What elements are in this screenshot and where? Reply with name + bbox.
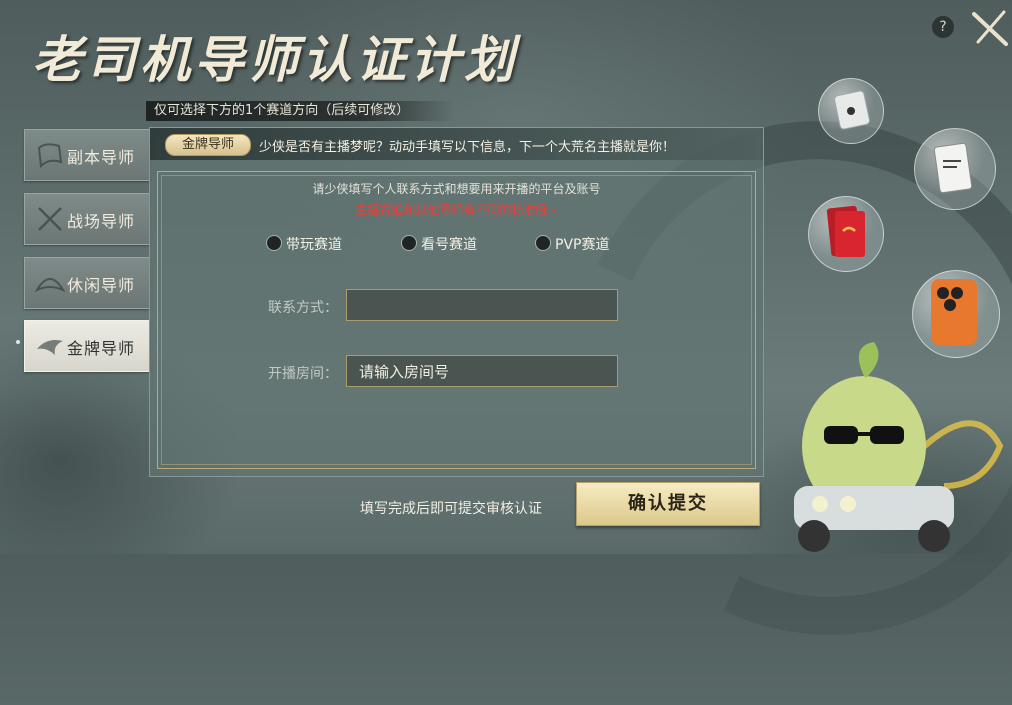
tab-battlefield-mentor[interactable]: 战场导师 xyxy=(24,193,150,245)
panel-header: 金牌导师 少侠是否有主播梦呢？动动手填写以下信息，下一个大荒名主播就是你！ xyxy=(150,128,763,160)
track-hint: 仅可选择下方的1个赛道方向（后续可修改） xyxy=(146,101,454,121)
room-input[interactable]: 请输入房间号 xyxy=(346,355,618,387)
radio-circle[interactable] xyxy=(535,235,551,251)
crossed-blades-icon xyxy=(38,207,62,231)
fan-icon xyxy=(34,278,66,293)
bird-icon xyxy=(37,340,63,355)
mascot-character xyxy=(794,342,1004,552)
help-icon[interactable]: ? xyxy=(932,16,954,38)
tab-label: 休闲导师 xyxy=(67,276,136,295)
submit-button[interactable]: 确认提交 xyxy=(576,482,760,526)
mouse-pad-icon xyxy=(834,90,870,130)
submit-note: 填写完成后即可提交审核认证 xyxy=(360,501,542,517)
warning-text: 主播赛道和其他导师有不同的标准哦~ xyxy=(355,203,558,217)
prize-bubble xyxy=(914,128,996,210)
tab-dungeon-mentor[interactable]: 副本导师 xyxy=(24,129,150,181)
card-icon xyxy=(933,142,973,194)
room-label: 开播房间： xyxy=(268,366,338,382)
red-envelope-icon xyxy=(826,205,865,257)
radio-label: 带玩赛道 xyxy=(286,237,342,253)
scroll-icon xyxy=(37,143,63,169)
tab-label: 战场导师 xyxy=(67,212,136,231)
radio-circle[interactable] xyxy=(266,235,282,251)
page-title: 老司机导师认证计划 xyxy=(32,30,518,89)
prize-bubble xyxy=(818,78,884,144)
contact-label: 联系方式： xyxy=(268,300,338,316)
info-text: 请少侠填写个人联系方式和想要用来开播的平台及账号 xyxy=(312,182,601,196)
radio-circle[interactable] xyxy=(401,235,417,251)
tab-gold-mentor[interactable]: 金牌导师 xyxy=(24,320,150,372)
gold-mentor-tag: 金牌导师 xyxy=(165,134,251,156)
radio-label: PVP赛道 xyxy=(555,237,610,253)
tab-leisure-mentor[interactable]: 休闲导师 xyxy=(24,257,150,309)
close-icon[interactable] xyxy=(970,8,1010,48)
tab-label: 副本导师 xyxy=(67,148,136,167)
application-panel: 金牌导师 少侠是否有主播梦呢？动动手填写以下信息，下一个大荒名主播就是你！ 请少… xyxy=(149,127,764,477)
prize-bubble xyxy=(808,196,884,272)
radio-label: 看号赛道 xyxy=(421,237,477,253)
tab-label: 金牌导师 xyxy=(67,339,136,358)
header-text: 少侠是否有主播梦呢？动动手填写以下信息，下一个大荒名主播就是你！ xyxy=(259,140,676,155)
contact-input[interactable] xyxy=(346,289,618,321)
active-tab-indicator xyxy=(16,340,20,344)
